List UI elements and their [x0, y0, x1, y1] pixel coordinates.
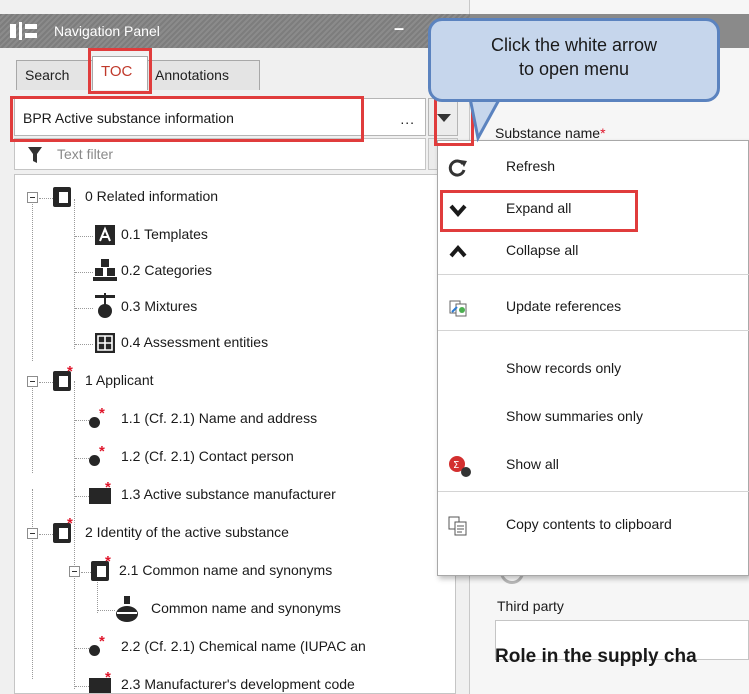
tree-item[interactable]: 0.4 Assessment entities	[15, 325, 455, 361]
menu-item-label: Show summaries only	[506, 408, 643, 424]
tree-item-label: 1.3 Active substance manufacturer	[121, 486, 336, 502]
minimize-icon[interactable]: –	[394, 18, 404, 39]
menu-item-copy-contents[interactable]: Copy contents to clipboard	[438, 507, 749, 543]
tree-item[interactable]: * 2.2 (Cf. 2.1) Chemical name (IUPAC an	[15, 629, 455, 665]
tree-item[interactable]: * 1.1 (Cf. 2.1) Name and address	[15, 401, 455, 437]
menu-item-label: Show all	[506, 456, 559, 472]
menu-separator	[438, 491, 749, 492]
required-star: *	[105, 553, 111, 570]
collapse-toggle[interactable]	[27, 192, 38, 203]
collapse-toggle[interactable]	[27, 528, 38, 539]
menu-item-label: Expand all	[506, 200, 572, 216]
tree-item[interactable]: 0.2 Categories	[15, 253, 455, 289]
menu-separator	[438, 274, 749, 275]
text-filter-placeholder: Text filter	[57, 146, 114, 162]
menu-item-label: Update references	[506, 298, 622, 314]
tab-toc[interactable]: TOC	[92, 56, 148, 90]
tree-item-label: 0.3 Mixtures	[121, 298, 198, 314]
required-star: *	[99, 405, 105, 422]
svg-text:Σ: Σ	[453, 460, 459, 471]
template-select-value: BPR Active substance information	[23, 110, 234, 126]
required-star: *	[105, 479, 111, 496]
document-icon	[53, 187, 71, 207]
menu-separator	[438, 330, 749, 331]
update-references-icon	[449, 300, 467, 317]
required-star: *	[600, 125, 606, 141]
navigation-panel: Navigation Panel – Search Annotations TO…	[0, 0, 470, 694]
template-browse-button[interactable]: ...	[400, 111, 415, 127]
navigation-panel-icon	[10, 22, 37, 40]
chevron-up-icon	[449, 244, 467, 258]
required-star: *	[67, 363, 73, 380]
tree-item-label: 1 Applicant	[85, 372, 154, 388]
template-dropdown-arrow[interactable]	[428, 98, 458, 136]
tab-search[interactable]: Search	[16, 60, 94, 90]
template-icon	[95, 225, 115, 245]
clipboard-icon	[448, 516, 467, 536]
menu-item-update-references[interactable]: Update references	[438, 289, 749, 325]
menu-item-show-records-only[interactable]: Show records only	[438, 351, 749, 387]
role-in-supply-chain-heading: Role in the supply cha	[495, 646, 697, 667]
categories-icon	[93, 259, 117, 281]
tree-item-label: 0 Related information	[85, 188, 219, 204]
substance-name-label: Substance name*	[495, 125, 606, 141]
refresh-icon	[448, 159, 467, 177]
required-star: *	[105, 669, 111, 686]
tree-item-label: 0.2 Categories	[121, 262, 213, 278]
menu-item-refresh[interactable]: Refresh	[438, 149, 749, 185]
tree-item-label: 2.3 Manufacturer's development code	[121, 676, 355, 692]
tree-item-label: Common name and synonyms	[151, 600, 341, 616]
required-star: *	[67, 515, 73, 532]
tree-item-label: 1.2 (Cf. 2.1) Contact person	[121, 448, 294, 464]
tree-item[interactable]: * 1 Applicant	[15, 363, 455, 399]
tree-item[interactable]: * 2 Identity of the active substance	[15, 515, 455, 551]
tree-item[interactable]: * 2.1 Common name and synonyms	[15, 553, 455, 589]
chevron-down-icon	[449, 204, 467, 218]
required-star: *	[99, 443, 105, 460]
tree-item[interactable]: * 1.3 Active substance manufacturer	[15, 477, 455, 513]
assessment-entity-icon	[95, 333, 115, 353]
filter-icon	[28, 147, 42, 163]
tree-item[interactable]: Common name and synonyms	[15, 591, 455, 627]
tab-annotations[interactable]: Annotations	[146, 60, 260, 90]
tree-item-label: 0.1 Templates	[121, 226, 208, 242]
menu-item-show-summaries-only[interactable]: Show summaries only	[438, 399, 749, 435]
tree-item-label: 2 Identity of the active substance	[85, 524, 289, 540]
tree-item[interactable]: 0 Related information	[15, 179, 455, 215]
navigation-panel-title: Navigation Panel	[54, 23, 160, 39]
toc-tree: 0 Related information 0.1 Templates 0.2 …	[14, 174, 456, 694]
chevron-down-icon	[437, 114, 451, 122]
navigation-panel-titlebar: Navigation Panel –	[0, 14, 470, 48]
tree-item-label: 2.2 (Cf. 2.1) Chemical name (IUPAC an	[121, 638, 366, 654]
tree-item[interactable]: 0.3 Mixtures	[15, 289, 455, 325]
callout-line-1: Click the white arrow	[490, 35, 658, 55]
menu-item-show-all[interactable]: Σ Show all	[438, 447, 749, 483]
flask-icon	[116, 596, 138, 622]
mixture-icon	[95, 293, 115, 318]
tree-item-label: 0.4 Assessment entities	[121, 334, 269, 350]
menu-item-label: Copy contents to clipboard	[506, 516, 672, 532]
template-select[interactable]: BPR Active substance information ...	[14, 98, 426, 136]
menu-item-label: Refresh	[506, 158, 556, 174]
tree-item-label: 1.1 (Cf. 2.1) Name and address	[121, 410, 318, 426]
menu-item-collapse-all[interactable]: Collapse all	[438, 233, 749, 269]
collapse-toggle[interactable]	[69, 566, 80, 577]
required-star: *	[99, 633, 105, 650]
toc-context-menu: Refresh Expand all Collapse all Update r…	[437, 140, 749, 576]
tree-item-label: 2.1 Common name and synonyms	[119, 562, 333, 578]
instruction-callout: Click the white arrow to open menu	[428, 18, 720, 102]
tree-item[interactable]: 0.1 Templates	[15, 217, 455, 253]
callout-line-2: to open menu	[518, 59, 630, 79]
menu-item-expand-all[interactable]: Expand all	[438, 191, 749, 227]
sigma-icon: Σ	[449, 456, 471, 477]
tree-item[interactable]: * 2.3 Manufacturer's development code	[15, 667, 455, 693]
text-filter-input[interactable]: Text filter	[14, 138, 426, 170]
collapse-toggle[interactable]	[27, 376, 38, 387]
tree-item[interactable]: * 1.2 (Cf. 2.1) Contact person	[15, 439, 455, 475]
third-party-label: Third party	[497, 598, 564, 614]
menu-item-label: Show records only	[506, 360, 622, 376]
menu-item-label: Collapse all	[506, 242, 579, 258]
